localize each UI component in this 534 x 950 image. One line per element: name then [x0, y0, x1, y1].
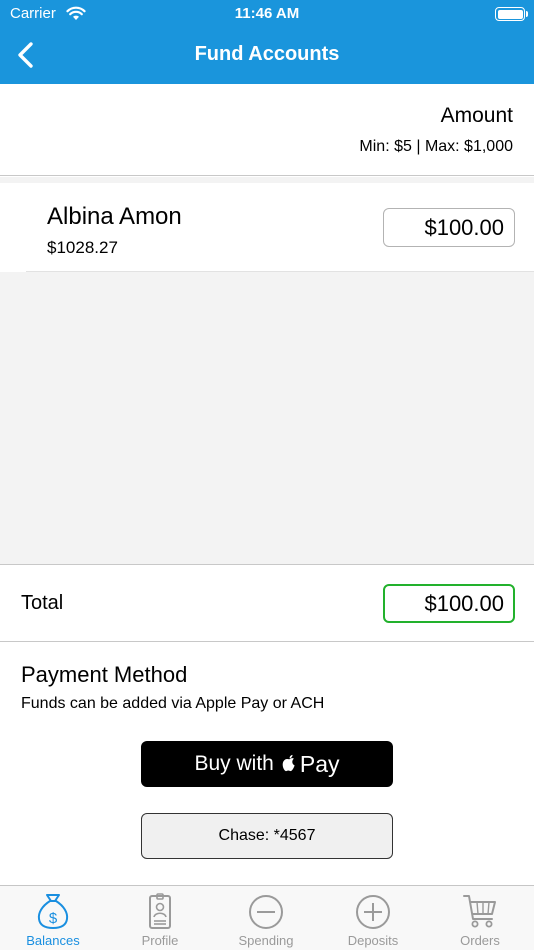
- tab-balances[interactable]: $ Balances: [0, 886, 106, 950]
- account-row: Albina Amon $1028.27 $100.00: [0, 183, 534, 272]
- payment-method-title: Payment Method: [21, 662, 188, 687]
- total-row: Total $100.00: [0, 564, 534, 642]
- header: Carrier 11:46 AM Fund Accounts: [0, 0, 534, 84]
- battery-icon: [495, 7, 525, 21]
- nav-bar: Fund Accounts: [0, 28, 534, 84]
- tab-spending[interactable]: Spending: [213, 886, 319, 950]
- ach-bank-button[interactable]: Chase: *4567: [141, 813, 393, 859]
- tab-profile[interactable]: Profile: [107, 886, 213, 950]
- svg-text:$: $: [49, 910, 58, 927]
- apple-pay-word: Pay: [299, 750, 340, 777]
- total-amount: $100.00: [383, 584, 515, 623]
- account-name: Albina Amon: [47, 203, 182, 230]
- minus-circle-icon: [249, 895, 283, 929]
- money-bag-icon: $: [37, 894, 69, 929]
- clock: 11:46 AM: [234, 5, 300, 22]
- tab-label-balances: Balances: [26, 933, 80, 948]
- amount-range: Min: $5 | Max: $1,000: [359, 138, 513, 155]
- tab-label-deposits: Deposits: [347, 933, 399, 948]
- account-amount-input[interactable]: $100.00: [383, 208, 515, 247]
- amount-title: Amount: [440, 104, 513, 127]
- page-title: Fund Accounts: [194, 43, 340, 65]
- apple-logo-icon: [282, 754, 295, 772]
- cart-icon: [463, 895, 496, 928]
- total-label: Total: [21, 592, 64, 614]
- tab-bar: $ Balances Profile Spending Deposits Ord…: [0, 885, 534, 950]
- payment-method-subtitle: Funds can be added via Apple Pay or ACH: [21, 695, 325, 712]
- account-balance: $1028.27: [47, 238, 118, 257]
- row-divider: [26, 271, 534, 272]
- apple-pay-prefix: Buy with: [194, 752, 274, 775]
- id-badge-icon: [149, 893, 171, 929]
- tab-label-orders: Orders: [460, 933, 500, 948]
- plus-circle-icon: [356, 895, 390, 929]
- status-bar: Carrier 11:46 AM: [0, 0, 534, 28]
- tab-label-spending: Spending: [238, 933, 294, 948]
- tab-label-profile: Profile: [141, 933, 179, 948]
- apple-pay-button[interactable]: Buy with Pay: [141, 741, 393, 787]
- amount-header: Amount Min: $5 | Max: $1,000: [0, 84, 534, 176]
- tab-deposits[interactable]: Deposits: [320, 886, 426, 950]
- tab-orders[interactable]: Orders: [427, 886, 533, 950]
